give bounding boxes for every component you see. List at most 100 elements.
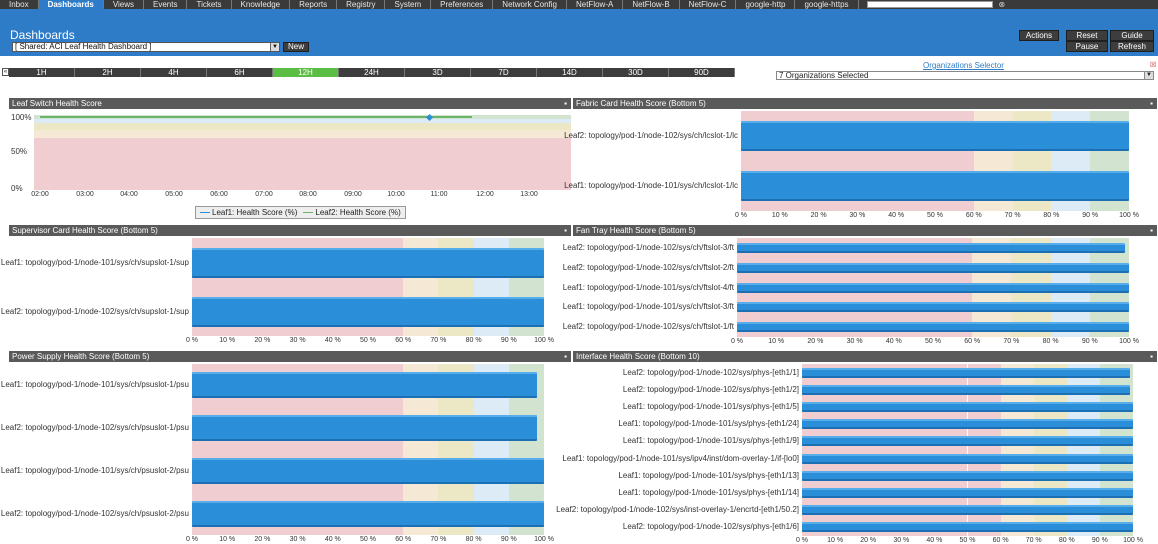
health-bar[interactable] (802, 453, 1133, 464)
x-tick-label: 40 % (888, 212, 905, 219)
organizations-select[interactable]: 7 Organizations Selected ▼ (776, 71, 1154, 80)
x-tick-label: 80 % (1043, 212, 1060, 219)
row-label: Leaf2: topology/pod-1/node-102/sys/ch/ft… (562, 262, 734, 272)
nav-item[interactable]: System (385, 0, 432, 9)
reset-button[interactable]: Reset (1066, 30, 1108, 41)
x-tick-label: 90 % (500, 337, 517, 344)
fabric-card-panel: Fabric Card Health Score (Bottom 5) ▪ Leaf… (564, 98, 1157, 222)
legend-item[interactable]: Leaf2: Health Score (%) (303, 208, 401, 217)
x-tick-label: 100 % (1119, 212, 1139, 219)
menu-icon[interactable]: ▪ (564, 351, 567, 362)
health-bar[interactable] (192, 415, 537, 442)
health-bar[interactable] (802, 384, 1130, 395)
time-range-button[interactable]: 6H (207, 68, 273, 77)
nav-item[interactable]: Reports (290, 0, 338, 9)
actions-button[interactable]: Actions (1019, 30, 1059, 41)
health-bar[interactable] (802, 488, 1133, 498)
new-button[interactable]: New (283, 42, 309, 52)
health-bar[interactable] (192, 247, 544, 278)
dashboard-header: Dashboards [ Shared: ACI Leaf Health Das… (0, 9, 1158, 56)
panel-title: Power Supply Health Score (Bottom 5) (12, 352, 150, 361)
health-bar[interactable] (802, 367, 1130, 378)
nav-item[interactable]: google-http (736, 0, 796, 9)
nav-item[interactable]: Preferences (431, 0, 494, 9)
menu-icon[interactable]: ▪ (564, 225, 567, 236)
nav-item[interactable]: Inbox (0, 0, 39, 9)
legend-item[interactable]: Leaf1: Health Score (%) (200, 208, 297, 217)
panel-title: Fabric Card Health Score (Bottom 5) (576, 99, 706, 108)
time-range-button[interactable]: 90D (669, 68, 735, 77)
time-range-button[interactable]: 3D (405, 68, 471, 77)
score-band (34, 137, 571, 153)
row-label: Leaf2: topology/pod-1/node-102/sys/ch/ft… (562, 322, 734, 332)
legend-label: Leaf1: Health Score (%) (212, 208, 298, 217)
nav-item[interactable]: Registry (337, 0, 386, 9)
x-tick-label: 60 % (964, 338, 981, 345)
health-bar[interactable] (737, 242, 1126, 253)
series-line-leaf2[interactable] (40, 116, 472, 118)
score-band (34, 118, 571, 123)
search-input[interactable] (866, 1, 993, 8)
page-title: Dashboards (10, 28, 75, 42)
health-bar[interactable] (741, 171, 1129, 201)
collapse-icon[interactable]: « (2, 68, 9, 76)
nav-item[interactable]: Knowledge (232, 0, 291, 9)
chevron-down-icon[interactable]: ▼ (270, 43, 279, 51)
nav-item[interactable]: Tickets (187, 0, 232, 9)
dashboard-selector[interactable]: [ Shared: ACI Leaf Health Dashboard ] ▼ (12, 42, 280, 52)
nav-item[interactable]: NetFlow-A (567, 0, 624, 9)
time-range-button[interactable]: 24H (339, 68, 405, 77)
health-bar[interactable] (737, 262, 1129, 273)
refresh-button[interactable]: Refresh (1110, 41, 1154, 52)
health-bar[interactable] (192, 372, 537, 399)
health-bar[interactable] (802, 522, 1133, 533)
x-tick-label: 30 % (849, 212, 866, 219)
time-range-button[interactable]: 7D (471, 68, 537, 77)
x-tick-label: 0 % (185, 337, 199, 344)
nav-item[interactable]: Events (144, 0, 188, 9)
time-range-button[interactable]: 2H (75, 68, 141, 77)
nav-item[interactable]: google-https (795, 0, 859, 9)
x-tick-label: 0 % (734, 212, 748, 219)
x-tick-label: 11:00 (430, 191, 448, 198)
chevron-down-icon[interactable]: ▼ (1144, 72, 1153, 79)
pause-button[interactable]: Pause (1066, 41, 1108, 52)
time-range-button[interactable]: 1H (9, 68, 75, 77)
time-range-button[interactable]: 12H (273, 68, 339, 77)
nav-item[interactable]: Network Config (493, 0, 567, 9)
menu-icon[interactable]: ▪ (564, 98, 567, 109)
menu-icon[interactable]: ▪ (1150, 225, 1153, 236)
collapse-icon[interactable]: ⊗ (999, 0, 1006, 9)
x-tick-label: 06:00 (210, 191, 228, 198)
menu-icon[interactable]: ▪ (1150, 98, 1153, 109)
health-bar[interactable] (192, 500, 544, 527)
health-bar[interactable] (737, 322, 1129, 333)
health-bar[interactable] (802, 402, 1133, 412)
x-tick-label: 10 % (771, 212, 788, 219)
x-tick-label: 08:00 (299, 191, 317, 198)
time-range-button[interactable]: 14D (537, 68, 603, 77)
time-range-button[interactable]: 4H (141, 68, 207, 77)
health-bar[interactable] (192, 296, 544, 327)
health-bar[interactable] (192, 457, 544, 484)
nav-item[interactable]: Dashboards (38, 0, 104, 9)
nav-item[interactable]: NetFlow-C (680, 0, 737, 9)
health-bar[interactable] (802, 436, 1133, 447)
nav-item[interactable]: Views (104, 0, 145, 9)
health-bar[interactable] (802, 505, 1133, 516)
x-tick-label: 100 % (1119, 338, 1139, 345)
row-label: Leaf1: topology/pod-1/node-101/sys/phys-… (622, 436, 799, 446)
panel-header: Fabric Card Health Score (Bottom 5) ▪ (573, 98, 1157, 109)
health-bar[interactable] (741, 121, 1129, 151)
health-bar[interactable] (737, 282, 1129, 293)
organizations-selector-link[interactable]: Organizations Selector (923, 61, 1004, 70)
time-range-button[interactable]: 30D (603, 68, 669, 77)
panel-title: Supervisor Card Health Score (Bottom 5) (12, 226, 158, 235)
health-bar[interactable] (802, 470, 1133, 481)
menu-icon[interactable]: ▪ (1150, 351, 1153, 362)
nav-item[interactable]: NetFlow-B (623, 0, 680, 9)
close-icon[interactable]: ☒ (1150, 61, 1156, 69)
guide-button[interactable]: Guide (1110, 30, 1154, 41)
health-bar[interactable] (802, 419, 1133, 430)
health-bar[interactable] (737, 302, 1129, 313)
